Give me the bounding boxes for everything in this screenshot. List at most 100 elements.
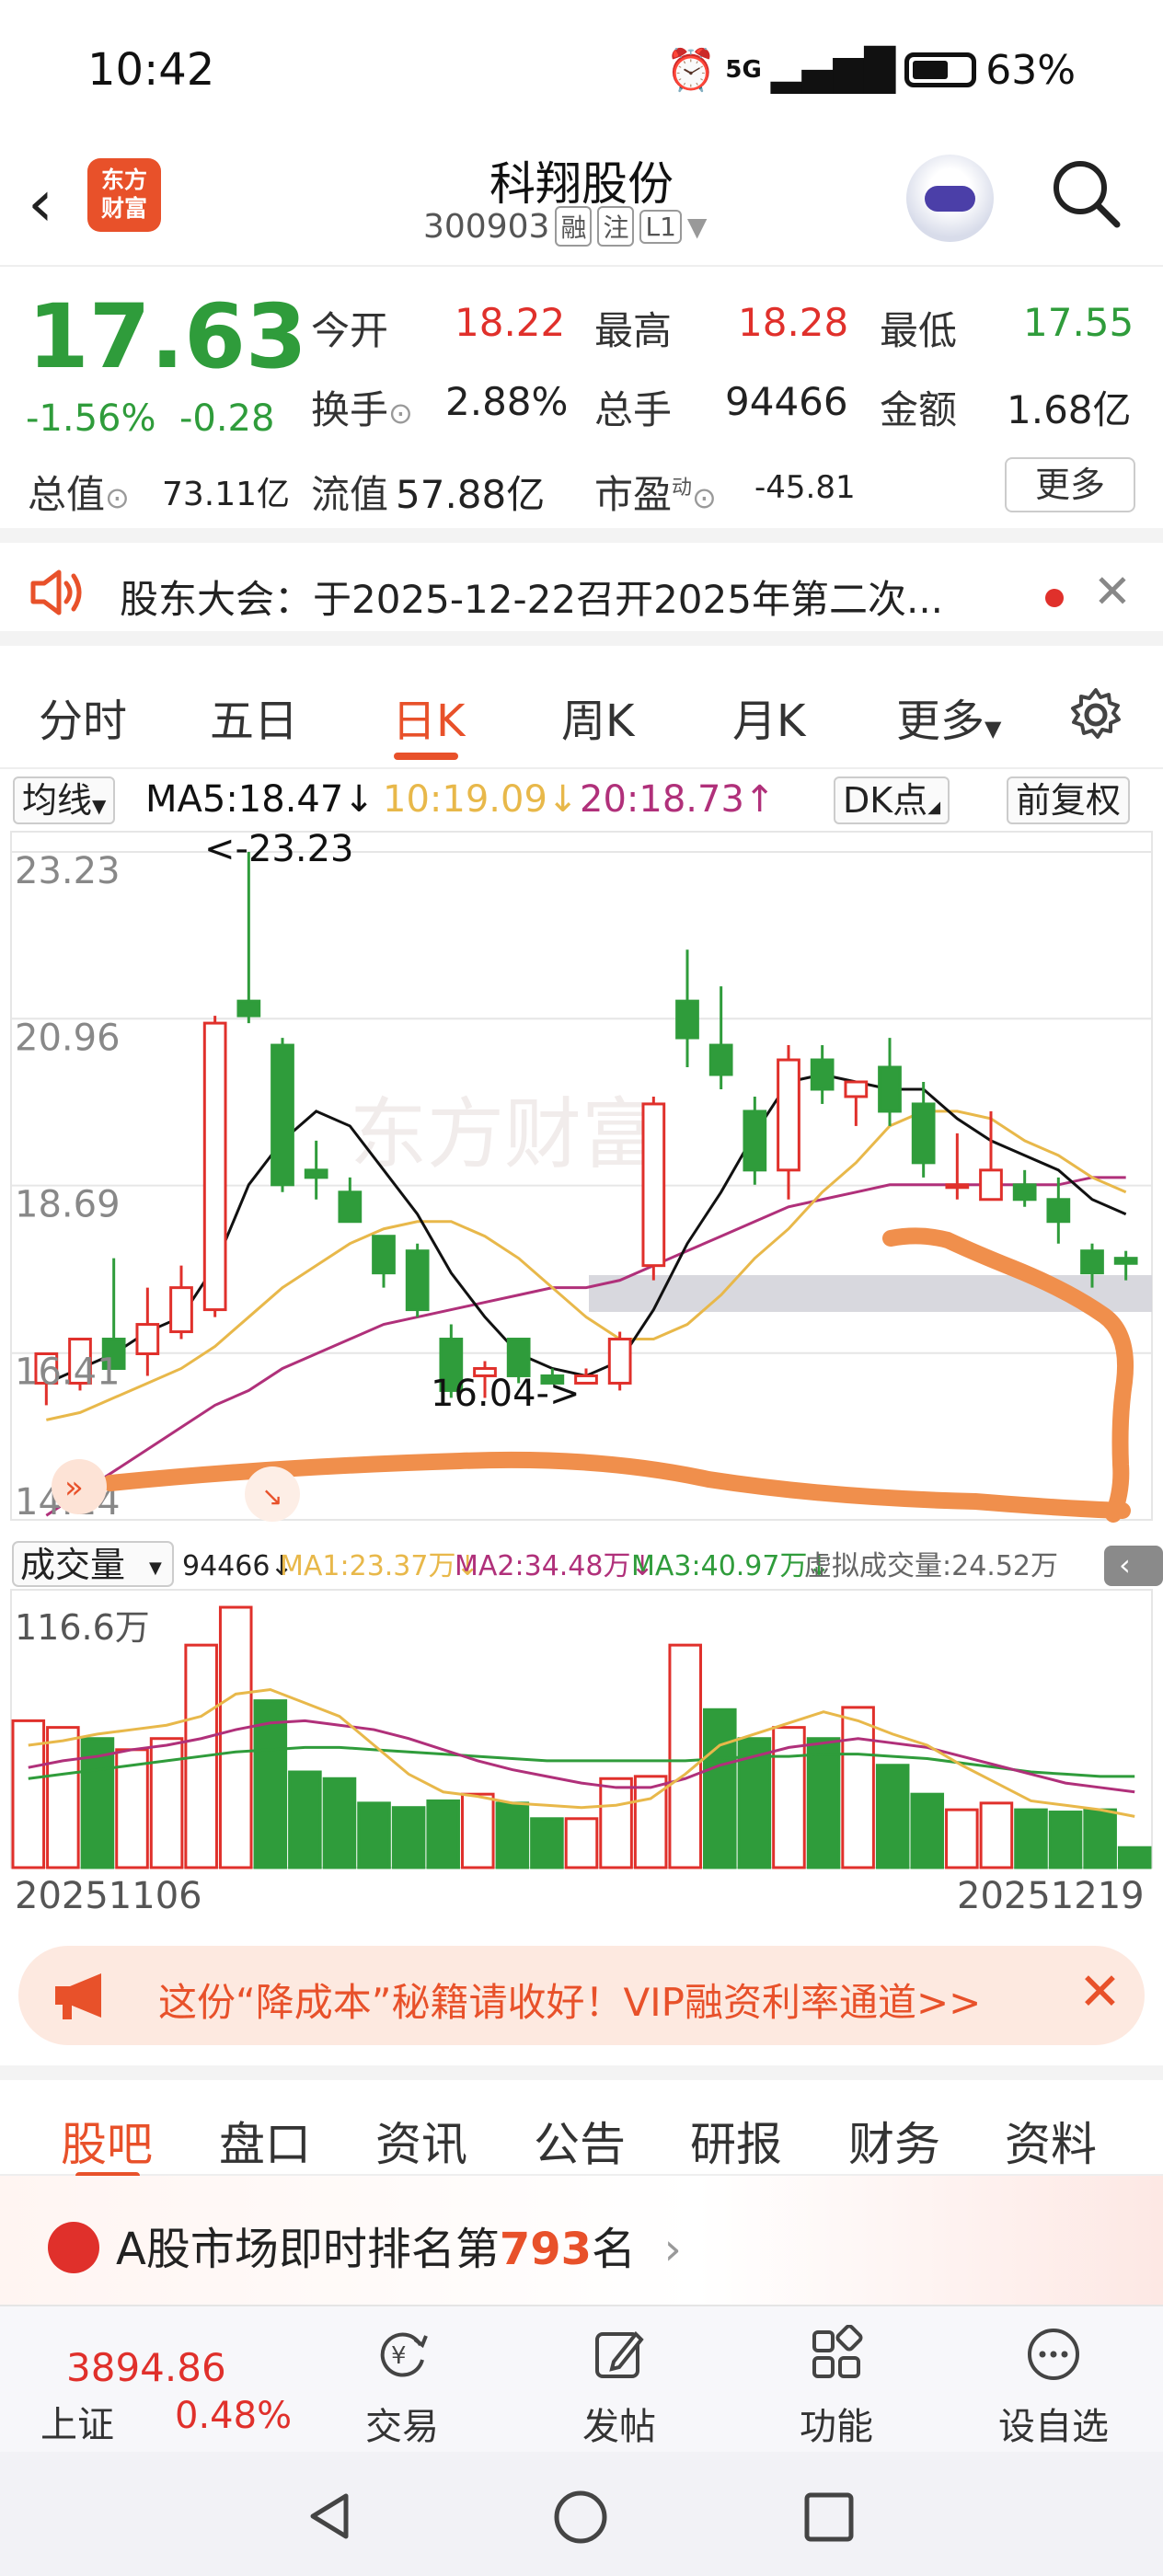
volume-bar <box>910 1792 945 1869</box>
mktcap-label[interactable]: 总值⊙ <box>28 464 130 520</box>
tag-level: L1 <box>639 209 682 244</box>
trade-label: 交易 <box>365 2406 439 2448</box>
promo-banner[interactable]: 这份“降成本”秘籍请收好！VIP融资利率通道>> ✕ <box>18 1946 1145 2045</box>
rank-number: 793 <box>499 2224 593 2275</box>
dk-point-select[interactable]: DK点◢ <box>834 776 950 824</box>
recents-nav-icon[interactable] <box>802 2490 856 2544</box>
add-watchlist-button[interactable]: 设自选 <box>985 2325 1123 2450</box>
home-nav-icon[interactable] <box>552 2489 609 2546</box>
pe-label[interactable]: 市盈动⊙ <box>594 464 717 520</box>
tab-news[interactable]: 资讯 <box>375 2108 467 2174</box>
candle-body <box>271 1043 294 1187</box>
ma10-value: 10:19.09↓ <box>383 778 579 821</box>
watermark-text: 东方财富 <box>350 1089 659 1179</box>
collapse-panel-button[interactable] <box>1104 1546 1163 1586</box>
low-value: 17.55 <box>1023 300 1134 345</box>
tab-research[interactable]: 研报 <box>690 2108 782 2174</box>
volume-select-chevron: ▼ <box>149 1558 162 1578</box>
shrink-icon-glyph: ↘ <box>261 1481 282 1512</box>
tab-announcements[interactable]: 公告 <box>534 2108 626 2174</box>
close-icon[interactable]: ✕ <box>1078 1962 1122 2022</box>
more-icon <box>1028 2329 1079 2380</box>
volume-bar <box>1083 1808 1117 1869</box>
tab-forum[interactable]: 股吧 <box>61 2108 153 2174</box>
candle-body <box>236 999 261 1018</box>
tab-weekly-k[interactable]: 周K <box>561 684 634 749</box>
volume-bar <box>875 1764 910 1869</box>
candle-body <box>338 1190 363 1224</box>
chevron-right-icon: › <box>650 2224 682 2275</box>
tab-profile[interactable]: 资料 <box>1005 2108 1097 2174</box>
functions-button[interactable]: 功能 <box>767 2324 905 2450</box>
index-ticker[interactable]: 3894.86 上证 0.48% <box>0 2306 313 2454</box>
assistant-avatar[interactable] <box>906 155 994 242</box>
kline-chart[interactable]: 东方财富 23.2320.9618.6916.4114.14 <-23.23 1… <box>0 830 1163 1915</box>
pe-dynamic-mark: 动 <box>672 477 693 500</box>
post-button[interactable]: 发帖 <box>550 2325 688 2450</box>
tag-registration: 注 <box>597 206 635 247</box>
tab-finance[interactable]: 财务 <box>848 2108 940 2174</box>
stock-code-row[interactable]: 300903 融 注 L1 ▼ <box>423 206 707 247</box>
tab-monthly-k[interactable]: 月K <box>732 684 805 749</box>
notice-bar[interactable]: 股东大会：于2025-12-22召开2025年第二次... ✕ <box>0 543 1163 646</box>
amount-label: 金额 <box>880 387 958 432</box>
close-icon[interactable]: ✕ <box>1093 565 1132 618</box>
candle-body <box>911 1102 936 1165</box>
candle-body <box>607 1338 632 1385</box>
grid-icon <box>812 2324 863 2378</box>
gear-icon[interactable] <box>1067 686 1124 743</box>
tab-orderbook[interactable]: 盘口 <box>219 2108 311 2174</box>
x-axis-start: 20251106 <box>15 1875 202 1915</box>
index-value: 3894.86 <box>66 2345 226 2390</box>
high-label: 最高 <box>594 308 673 353</box>
candle-body <box>675 999 699 1040</box>
volume-bar <box>979 1801 1014 1869</box>
ma-select[interactable]: 均线▼ <box>13 776 116 824</box>
tab-more[interactable]: 更多▼ <box>896 684 1001 749</box>
volume-bar <box>495 1801 530 1869</box>
tab-five-day[interactable]: 五日 <box>210 684 298 749</box>
search-icon[interactable] <box>1049 156 1123 230</box>
more-button[interactable]: 更多 <box>1005 457 1135 512</box>
battery-icon <box>904 52 977 87</box>
volume-bar <box>1117 1846 1152 1869</box>
trade-button[interactable]: ¥ 交易 <box>333 2325 471 2450</box>
float-value: 57.88亿 <box>396 472 546 517</box>
notice-text: 股东大会：于2025-12-22召开2025年第二次... <box>120 577 944 622</box>
volume-bar <box>945 1808 979 1869</box>
market-rank-row[interactable]: A股市场即时排名第793名 › <box>0 2176 1163 2305</box>
volume-bar <box>841 1706 875 1869</box>
volume-total: 94466↓ <box>182 1550 294 1582</box>
ma5-value: MA5:18.47↓ <box>145 778 374 821</box>
volume-bar <box>218 1605 253 1869</box>
adjust-select[interactable]: 前复权 <box>1007 776 1131 824</box>
candle-body <box>1046 1198 1071 1224</box>
tab-intraday[interactable]: 分时 <box>39 684 127 749</box>
candle-body <box>135 1323 160 1355</box>
candle-body <box>202 1021 227 1312</box>
amount-value: 1.68亿 <box>1007 387 1132 432</box>
status-time: 10:42 <box>87 44 215 96</box>
candle-body <box>169 1286 193 1334</box>
volume-bar <box>1048 1811 1083 1869</box>
functions-label: 功能 <box>800 2406 873 2448</box>
stock-code: 300903 <box>423 207 550 246</box>
candle-body <box>372 1235 396 1275</box>
banner-text: 这份“降成本”秘籍请收好！VIP融资利率通道>> <box>158 1980 982 2025</box>
volume-label: 总手 <box>594 387 673 432</box>
tag-margin: 融 <box>555 206 593 247</box>
volume-bar <box>530 1817 564 1869</box>
network-label: 5G <box>725 56 762 84</box>
chart-period-tabs: 分时 五日 日K 周K 月K 更多▼ <box>0 661 1163 769</box>
rank-text: A股市场即时排名第793名 › <box>116 2224 682 2275</box>
back-nav-icon[interactable] <box>304 2489 359 2544</box>
price-tick-label: 18.69 <box>15 1184 121 1226</box>
battery-percent: 63% <box>985 46 1076 94</box>
volume-bar <box>703 1708 737 1869</box>
turnover-label[interactable]: 换手⊙ <box>311 379 413 435</box>
price-tick-label: 23.23 <box>15 850 121 892</box>
mktcap-value: 73.11亿 <box>162 476 291 513</box>
tab-daily-k[interactable]: 日K <box>392 684 465 749</box>
high-value: 18.28 <box>738 300 849 345</box>
ma20-value: 20:18.73↑ <box>580 778 776 821</box>
